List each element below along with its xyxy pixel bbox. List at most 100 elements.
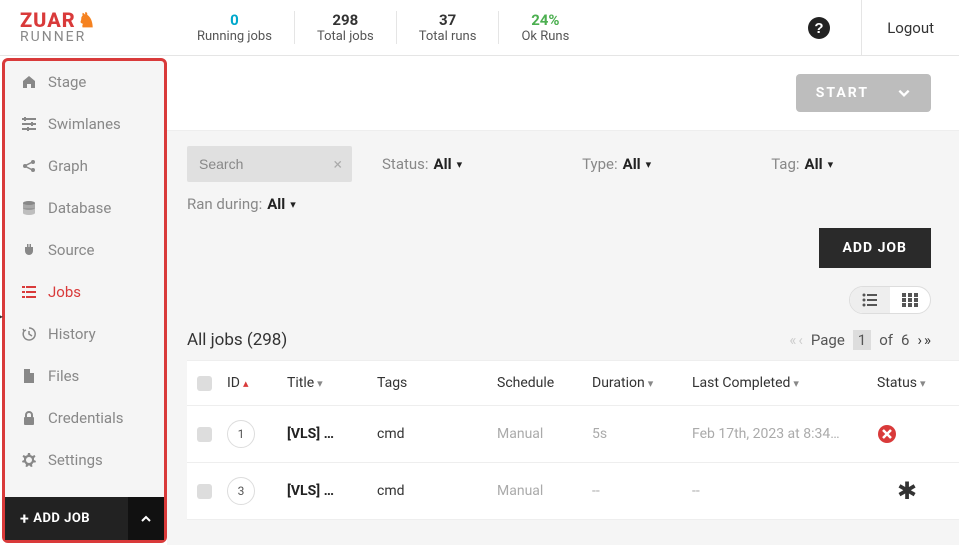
file-icon xyxy=(20,368,38,384)
table-row[interactable]: 3[VLS] …cmdManual----✱ xyxy=(187,463,959,520)
filter-ran-value: All xyxy=(267,195,285,213)
sidebar-item-label: Swimlanes xyxy=(48,115,121,133)
topbar: ZUAR♞ RUNNER 0Running jobs298Total jobs3… xyxy=(0,0,959,56)
sidebar-collapse-chevron-icon[interactable]: ▸ xyxy=(0,309,3,323)
row-last-completed: Feb 17th, 2023 at 8:34… xyxy=(692,426,877,442)
row-schedule: Manual xyxy=(497,426,592,442)
select-all-checkbox[interactable] xyxy=(197,376,212,391)
plus-icon: + xyxy=(20,509,29,528)
logo[interactable]: ZUAR♞ RUNNER xyxy=(0,3,165,53)
search-wrap: × xyxy=(187,146,352,182)
status-error-icon xyxy=(877,424,937,444)
row-checkbox[interactable] xyxy=(197,484,212,499)
row-id: 1 xyxy=(227,420,255,448)
sidebar-item-swimlanes[interactable]: Swimlanes xyxy=(5,103,164,145)
main-content: START × Status: All ▾ Type: All ▾ xyxy=(167,56,959,545)
col-tags[interactable]: Tags xyxy=(377,375,497,391)
chevron-down-icon xyxy=(897,86,911,100)
sidebar-item-history[interactable]: History xyxy=(5,313,164,355)
row-tags: cmd xyxy=(377,426,497,442)
page-last-icon[interactable]: » xyxy=(924,331,931,349)
page-prev-icon[interactable]: ‹ xyxy=(798,331,803,349)
search-input[interactable] xyxy=(187,146,352,182)
sidebar-expand-up-button[interactable] xyxy=(128,497,164,540)
page-first-icon[interactable]: « xyxy=(789,331,796,349)
help-icon[interactable]: ? xyxy=(807,16,831,40)
sidebar-item-settings[interactable]: Settings xyxy=(5,439,164,481)
page-label: Page xyxy=(811,331,845,349)
view-toggle xyxy=(849,286,931,314)
sort-asc-icon: ▴ xyxy=(243,377,249,390)
list-icon xyxy=(20,284,38,300)
chevron-down-icon: ▾ xyxy=(457,158,463,171)
stat-value: 37 xyxy=(419,11,477,29)
add-job-button[interactable]: ADD JOB xyxy=(819,228,932,268)
stat-value: 298 xyxy=(317,11,374,29)
filter-status[interactable]: Status: All ▾ xyxy=(382,155,462,173)
row-checkbox[interactable] xyxy=(197,427,212,442)
col-last-completed[interactable]: Last Completed▾ xyxy=(692,375,877,391)
pagination: « ‹ Page 1 of 6 › » xyxy=(789,330,931,350)
grid-view-button[interactable] xyxy=(890,287,930,313)
chevron-down-icon: ▾ xyxy=(646,158,652,171)
col-schedule[interactable]: Schedule xyxy=(497,375,592,391)
sidebar-item-label: Credentials xyxy=(48,409,123,427)
stat-value: 0 xyxy=(197,11,272,29)
sidebar-item-label: Jobs xyxy=(48,283,81,301)
sidebar-item-graph[interactable]: Graph xyxy=(5,145,164,187)
row-duration: 5s xyxy=(592,426,692,442)
filter-status-value: All xyxy=(434,155,452,173)
filter-tag-label: Tag: xyxy=(771,155,799,173)
row-last-completed: -- xyxy=(692,483,877,499)
stat-label: Total jobs xyxy=(317,29,374,44)
page-next-icon[interactable]: › xyxy=(917,331,922,349)
chevron-down-icon: ▾ xyxy=(290,198,296,211)
sidebar-item-jobs[interactable]: Jobs xyxy=(5,271,164,313)
col-title[interactable]: Title▾ xyxy=(287,375,377,391)
stat-value: 24% xyxy=(521,11,569,29)
status-idle-icon: ✱ xyxy=(877,479,937,504)
plug-icon xyxy=(20,242,38,258)
chevron-down-icon: ▾ xyxy=(828,158,834,171)
clear-icon[interactable]: × xyxy=(333,155,342,174)
sidebar-item-label: Source xyxy=(48,241,94,259)
sidebar-item-files[interactable]: Files xyxy=(5,355,164,397)
stat-label: Total runs xyxy=(419,29,477,44)
filter-status-label: Status: xyxy=(382,155,429,173)
logout-link[interactable]: Logout xyxy=(861,0,959,56)
col-id[interactable]: ID▴ xyxy=(227,375,287,391)
stat-3: 24%Ok Runs xyxy=(499,11,591,44)
page-total: 6 xyxy=(901,331,909,349)
chevron-down-icon: ▾ xyxy=(648,377,654,390)
stat-label: Running jobs xyxy=(197,29,272,44)
sidebar-add-job-button[interactable]: + ADD JOB xyxy=(5,497,128,540)
page-current: 1 xyxy=(853,330,871,350)
sidebar-item-credentials[interactable]: Credentials xyxy=(5,397,164,439)
table-row[interactable]: 1[VLS] …cmdManual5sFeb 17th, 2023 at 8:3… xyxy=(187,406,959,463)
sidebar-item-stage[interactable]: Stage xyxy=(5,61,164,103)
filter-tag-value: All xyxy=(805,155,823,173)
stat-2: 37Total runs xyxy=(397,11,500,44)
page-of: of xyxy=(879,331,893,349)
start-button[interactable]: START xyxy=(796,74,931,112)
table-head: ID▴ Title▾ Tags Schedule Duration▾ Last … xyxy=(187,360,959,406)
row-schedule: Manual xyxy=(497,483,592,499)
history-icon xyxy=(20,326,38,342)
filter-ran-during[interactable]: Ran during: All ▾ xyxy=(187,195,296,213)
filter-type-value: All xyxy=(623,155,641,173)
sliders-icon xyxy=(20,116,38,132)
logo-horse-icon: ♞ xyxy=(78,8,97,32)
filter-tag[interactable]: Tag: All ▾ xyxy=(771,155,833,173)
sidebar-item-label: Settings xyxy=(48,451,103,469)
jobs-title: All jobs (298) xyxy=(187,330,287,350)
row-duration: -- xyxy=(592,483,692,499)
filter-type[interactable]: Type: All ▾ xyxy=(582,155,651,173)
sidebar: ▸ Stage Swimlanes GraphDatabase Source Jobs H… xyxy=(2,58,167,543)
col-duration[interactable]: Duration▾ xyxy=(592,375,692,391)
list-view-button[interactable] xyxy=(850,287,890,313)
sidebar-item-source[interactable]: Source xyxy=(5,229,164,271)
stat-1: 298Total jobs xyxy=(295,11,397,44)
home-icon xyxy=(20,74,38,90)
sidebar-item-database[interactable]: Database xyxy=(5,187,164,229)
col-status[interactable]: Status▾ xyxy=(877,375,937,391)
